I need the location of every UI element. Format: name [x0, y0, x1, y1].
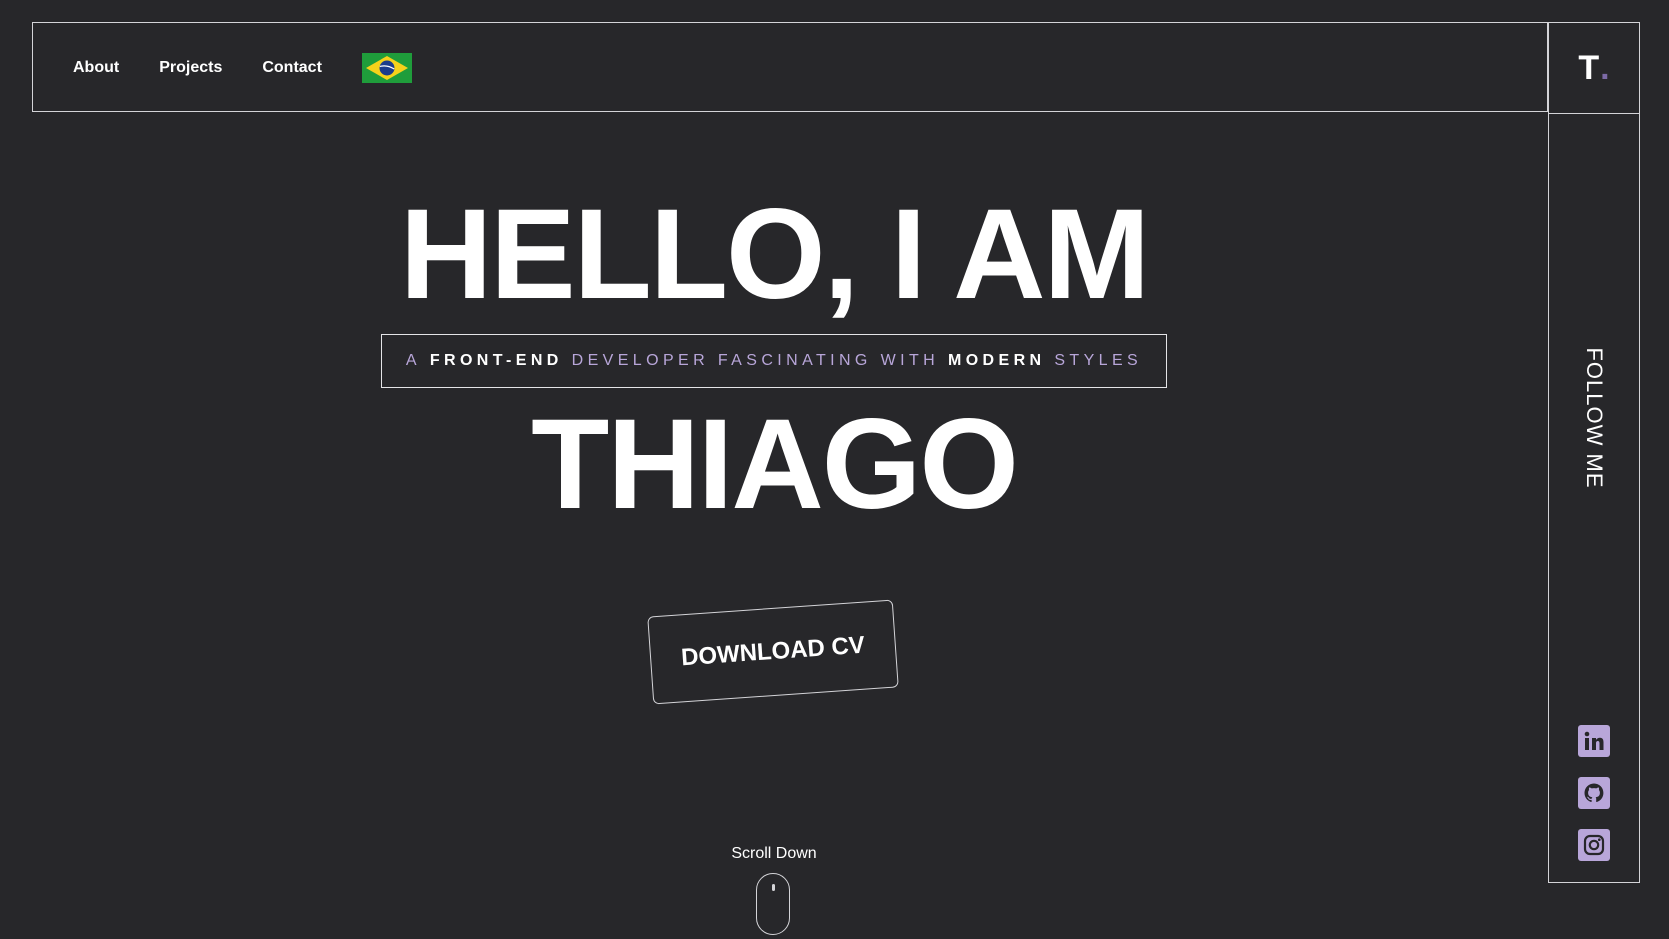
nav-about-link[interactable]: About [73, 59, 119, 77]
brazil-flag-icon[interactable] [361, 53, 412, 83]
header-bar: About Projects Contact [32, 22, 1548, 112]
linkedin-icon[interactable] [1578, 725, 1610, 757]
hero-name: THIAGO [531, 393, 1019, 536]
logo-letter: T [1578, 49, 1600, 87]
tagline-a: A [405, 352, 421, 369]
tagline-front-end: FRONT-END [429, 352, 563, 369]
nav-contact-link[interactable]: Contact [262, 59, 322, 77]
scroll-mouse-icon[interactable] [756, 873, 790, 935]
page: About Projects Contact T. FOLLOW ME HELL… [0, 0, 1669, 939]
instagram-icon[interactable] [1578, 829, 1610, 861]
tagline-modern: MODERN [947, 352, 1046, 369]
hero-tagline: A FRONT-END DEVELOPER FASCINATING WITH M… [381, 334, 1167, 388]
tagline-end: STYLES [1054, 352, 1143, 369]
github-icon[interactable] [1578, 777, 1610, 809]
social-sidebar: FOLLOW ME [1548, 113, 1640, 883]
mouse-wheel [772, 884, 775, 891]
hero-greeting: HELLO, I AM [399, 183, 1150, 326]
main-nav: About Projects Contact [73, 23, 412, 113]
scroll-down-label: Scroll Down [731, 845, 817, 862]
download-cv-button[interactable]: DOWNLOAD CV [647, 599, 899, 705]
logo[interactable]: T. [1548, 22, 1640, 114]
nav-projects-link[interactable]: Projects [159, 59, 222, 77]
tagline-middle: DEVELOPER FASCINATING WITH [571, 352, 940, 369]
logo-dot: . [1600, 49, 1610, 87]
follow-me-label: FOLLOW ME [1582, 347, 1607, 489]
